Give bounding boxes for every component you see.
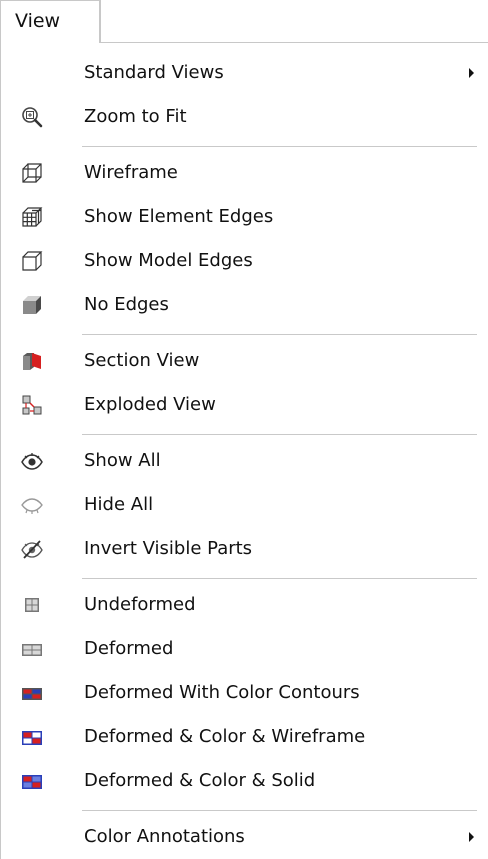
color-contours-grid-icon [21, 682, 43, 704]
menu-item-deformed-color-solid[interactable]: Deformed & Color & Solid [1, 759, 488, 803]
menu-separator [82, 146, 477, 147]
solid-cube-icon [21, 294, 43, 316]
menu-item-color-annotations[interactable]: Color Annotations [1, 815, 488, 859]
menu-item-deformed-color-wireframe[interactable]: Deformed & Color & Wireframe [1, 715, 488, 759]
deformed-grid-icon [21, 638, 43, 660]
menu-item-label: Deformed With Color Contours [84, 682, 360, 703]
menu-separator [82, 578, 477, 579]
menu-item-label: No Edges [84, 294, 169, 315]
model-edges-cube-icon [21, 250, 43, 272]
menu-item-hide-all[interactable]: Hide All [1, 483, 488, 527]
view-dropdown-menu: Standard Views Zoom to Fit Wireframe Sho… [0, 43, 488, 859]
menu-item-label: Exploded View [84, 394, 216, 415]
menu-separator [82, 810, 477, 811]
menu-item-show-model-edges[interactable]: Show Model Edges [1, 239, 488, 283]
wireframe-cube-icon [21, 162, 43, 184]
menu-item-exploded-view[interactable]: Exploded View [1, 383, 488, 427]
menu-separator [82, 434, 477, 435]
menu-item-label: Deformed & Color & Wireframe [84, 726, 366, 747]
view-menu-tab[interactable]: View [0, 0, 101, 43]
menu-item-label: Show All [84, 450, 161, 471]
eye-crossed-icon [21, 538, 43, 560]
submenu-arrow-icon [469, 832, 474, 842]
menu-item-label: Color Annotations [84, 826, 245, 847]
menu-item-invert-visible-parts[interactable]: Invert Visible Parts [1, 527, 488, 571]
menu-item-label: Deformed & Color & Solid [84, 770, 316, 791]
section-view-icon [21, 350, 43, 372]
color-wireframe-grid-icon [21, 726, 43, 748]
eye-outline-icon [21, 494, 43, 516]
menu-item-label: Invert Visible Parts [84, 538, 253, 559]
menu-item-wireframe[interactable]: Wireframe [1, 151, 488, 195]
menu-item-show-all[interactable]: Show All [1, 439, 488, 483]
menu-item-label: Deformed [84, 638, 174, 659]
menu-item-zoom-to-fit[interactable]: Zoom to Fit [1, 95, 488, 139]
menu-item-label: Hide All [84, 494, 154, 515]
menu-item-deformed[interactable]: Deformed [1, 627, 488, 671]
menu-item-label: Wireframe [84, 162, 178, 183]
menu-item-section-view[interactable]: Section View [1, 339, 488, 383]
menu-item-label: Show Element Edges [84, 206, 274, 227]
element-edges-cube-icon [21, 206, 43, 228]
menu-item-show-element-edges[interactable]: Show Element Edges [1, 195, 488, 239]
undeformed-grid-icon [21, 594, 43, 616]
menu-item-deformed-color-contours[interactable]: Deformed With Color Contours [1, 671, 488, 715]
eye-open-icon [21, 450, 43, 472]
menu-item-label: Show Model Edges [84, 250, 253, 271]
zoom-fit-icon [21, 106, 43, 128]
menu-item-label: Standard Views [84, 62, 224, 83]
menu-item-no-edges[interactable]: No Edges [1, 283, 488, 327]
exploded-view-icon [21, 394, 43, 416]
menu-item-label: Section View [84, 350, 200, 371]
submenu-arrow-icon [469, 68, 474, 78]
menu-item-label: Zoom to Fit [84, 106, 187, 127]
menu-item-undeformed[interactable]: Undeformed [1, 583, 488, 627]
menu-item-label: Undeformed [84, 594, 196, 615]
menu-separator [82, 334, 477, 335]
menu-item-standard-views[interactable]: Standard Views [1, 51, 488, 95]
color-solid-grid-icon [21, 770, 43, 792]
